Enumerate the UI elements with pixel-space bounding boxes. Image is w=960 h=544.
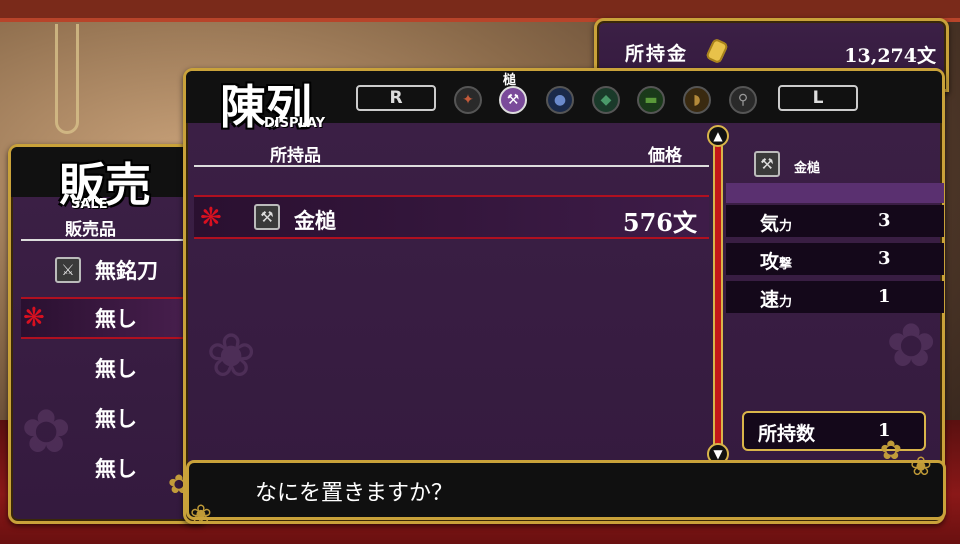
- gold-flower-ornament: ✿: [880, 436, 902, 466]
- sale-item-label: 無銘刀: [95, 258, 158, 283]
- money-value: 13,274文: [844, 45, 936, 67]
- sale-item[interactable]: 無し: [21, 347, 201, 389]
- sale-item-label: 無し: [95, 306, 137, 331]
- sale-item[interactable]: 無し: [21, 397, 201, 439]
- gold-flower-ornament: ❀: [910, 452, 932, 482]
- display-panel: ❀ ✿ 陳列 DISPLAY R 槌 ✦ ⚒ ● ◆ ▬ ◗ ⚲ L 所持品 価…: [183, 68, 945, 524]
- stat-label: 速力: [760, 289, 793, 311]
- flower-pattern: ✿: [886, 311, 937, 381]
- owned-count-label: 所持数: [758, 423, 816, 445]
- money-label: 所持金: [625, 43, 689, 65]
- hammer-icon[interactable]: ⚒: [499, 86, 527, 114]
- divider: [21, 239, 191, 241]
- sale-item-selected[interactable]: ❋ 無し: [21, 297, 201, 339]
- sale-item-label: 無し: [95, 406, 137, 431]
- row-item-name: 金槌: [294, 208, 336, 233]
- scroll-up-button[interactable]: ▲: [707, 125, 729, 147]
- divider: [194, 165, 709, 167]
- coin-icon: [705, 37, 729, 65]
- flower-pattern: ❀: [206, 321, 257, 391]
- sale-item-label: 無し: [95, 356, 137, 381]
- fan-icon[interactable]: ✦: [454, 86, 482, 114]
- whip-icon[interactable]: ⚲: [729, 86, 757, 114]
- stat-label: 気力: [760, 213, 793, 235]
- sale-column-header: 販売品: [65, 220, 116, 240]
- stat-row: 気力 3: [726, 205, 944, 237]
- message-box: なにを置きますか？: [186, 460, 946, 520]
- leaf-icon[interactable]: ◆: [592, 86, 620, 114]
- sale-panel: ✿ 販売 SALE 販売品 ⚔ 無銘刀 ❋ 無し 無し 無し 無し: [8, 144, 208, 524]
- table-row[interactable]: ❋ ⚒ 金槌 576文: [194, 195, 709, 239]
- detail-item-name: 金槌: [794, 161, 821, 176]
- stat-row: 速力 1: [726, 281, 944, 313]
- hammer-icon: ⚒: [754, 151, 780, 177]
- stat-row: 攻撃 3: [726, 243, 944, 275]
- stat-label: 攻撃: [760, 251, 793, 273]
- scrollbar[interactable]: [713, 143, 723, 453]
- sale-item-label: 無し: [95, 456, 137, 481]
- gold-flower-ornament: ❀: [190, 500, 212, 530]
- hammer-icon: ⚒: [254, 204, 280, 230]
- scroll-icon[interactable]: ▬: [637, 86, 665, 114]
- sale-subtitle: SALE: [71, 197, 108, 212]
- row-item-price: 576文: [622, 208, 697, 237]
- stat-value: 1: [878, 286, 891, 307]
- stat-value: 3: [878, 248, 891, 269]
- cursor-flower-icon: ❋: [23, 303, 45, 333]
- tab-right-key[interactable]: R: [356, 85, 436, 111]
- gold-flower-ornament: ✿: [168, 470, 190, 500]
- horn-icon[interactable]: ◗: [683, 86, 711, 114]
- sword-icon: ⚔: [55, 257, 81, 283]
- cursor-flower-icon: ❋: [200, 203, 222, 233]
- stat-value: 3: [878, 210, 891, 231]
- bag-icon[interactable]: ●: [546, 86, 574, 114]
- column-header-item: 所持品: [270, 146, 321, 166]
- column-header-price: 価格: [648, 146, 682, 166]
- detail-header-strip: [726, 183, 944, 203]
- message-text: なにを置きますか？: [255, 481, 454, 506]
- tab-left-key[interactable]: L: [778, 85, 858, 111]
- display-subtitle: DISPLAY: [264, 116, 326, 131]
- sale-item[interactable]: ⚔ 無銘刀: [21, 249, 201, 291]
- background-rope: [55, 24, 79, 134]
